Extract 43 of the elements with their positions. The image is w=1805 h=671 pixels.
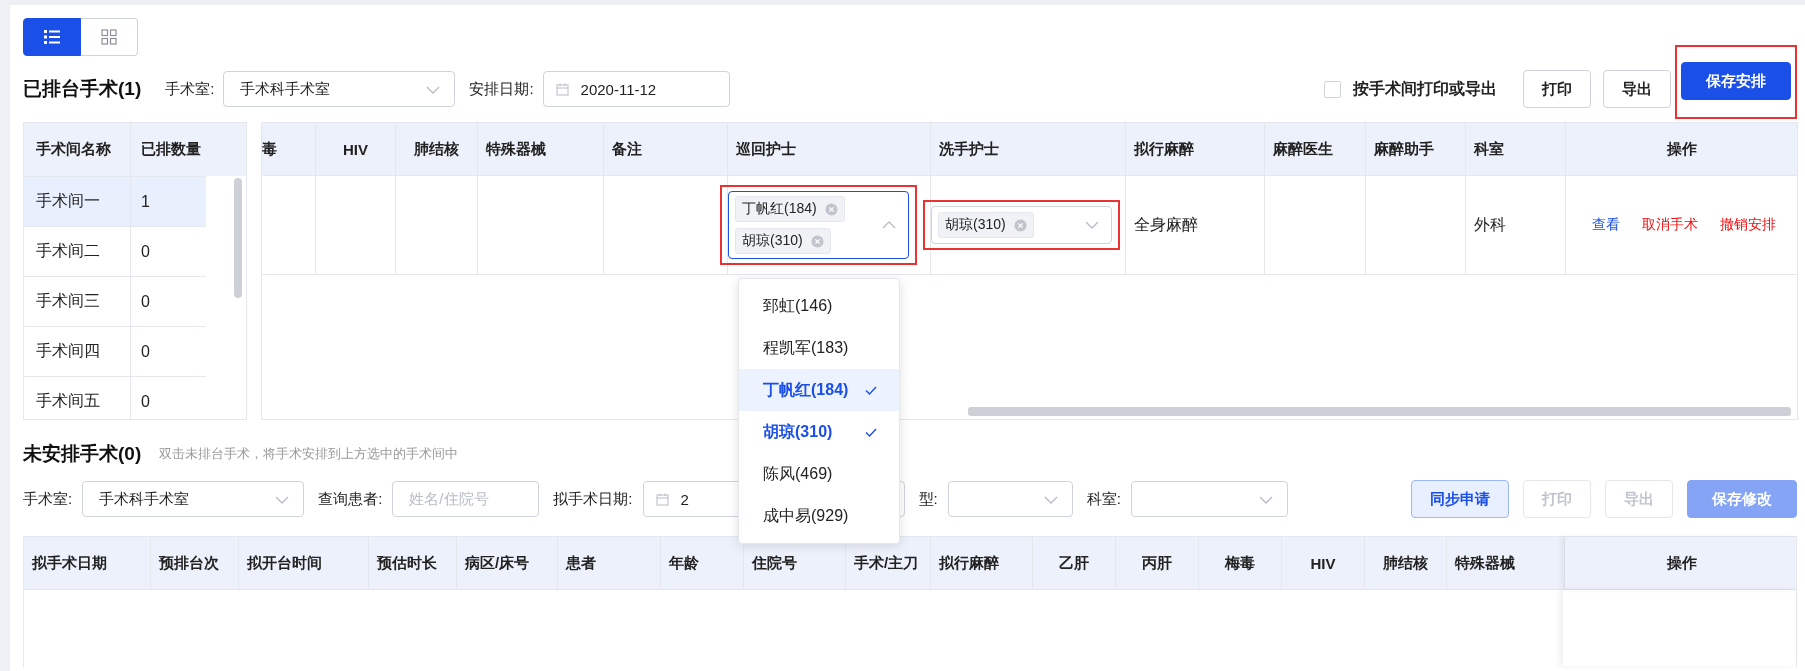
table-cell-text: 全身麻醉: [1133, 214, 1198, 235]
column-header: 拟手术日期: [24, 537, 151, 589]
column-header: 乙肝: [1033, 537, 1116, 589]
column-header: 巡回护士: [728, 123, 931, 175]
column-header: 已排数量: [140, 139, 202, 159]
filter-label: 手术室:: [165, 79, 215, 99]
column-header: 拟开台时间: [239, 537, 369, 589]
table-cell-text: 外科: [1473, 214, 1506, 235]
column-header: 洗手护士: [931, 123, 1126, 175]
column-header: 特殊器械: [478, 123, 604, 175]
filter-label: 拟手术日期:: [553, 489, 633, 509]
column-header: 预排台次: [151, 537, 239, 589]
filter-label: 科室:: [1086, 489, 1121, 509]
column-header: HIV: [316, 123, 396, 175]
column-header: 麻醉医生: [1265, 123, 1366, 175]
column-header: 丙肝: [1116, 537, 1199, 589]
filter-label: 安排日期:: [469, 79, 534, 99]
section-title: 未安排手术(0): [23, 442, 142, 466]
column-header: 特殊器械: [1447, 537, 1565, 589]
nurse-tag: 丁帆红(184): [735, 196, 845, 222]
nurse-tag: 胡琼(310): [735, 228, 831, 254]
filter-label: 查询患者:: [318, 489, 383, 509]
column-header: 麻醉助手: [1366, 123, 1466, 175]
column-header: 预估时长: [369, 537, 457, 589]
column-header: 梅毒: [1199, 537, 1282, 589]
column-header: 年龄: [661, 537, 744, 589]
column-header: 操作: [1565, 537, 1798, 589]
column-header: 病区/床号: [457, 537, 558, 589]
column-header: 肺结核: [396, 123, 478, 175]
column-header: 科室: [1466, 123, 1566, 175]
section-title: 已排台手术(1): [23, 77, 142, 101]
column-header: HIV: [1282, 537, 1365, 589]
filter-label: 型:: [918, 489, 938, 509]
column-header: 拟行麻醉: [931, 537, 1033, 589]
column-header: 备注: [604, 123, 728, 175]
column-header: 操作: [1666, 138, 1698, 159]
nurse-tag: 胡琼(310): [938, 212, 1034, 238]
filter-label: 手术室:: [23, 489, 73, 509]
column-header: 毒: [262, 123, 316, 175]
column-header: 肺结核: [1365, 537, 1447, 589]
hint-text: 双击未排台手术，将手术安排到上方选中的手术间中: [159, 445, 459, 463]
column-header: 患者: [558, 537, 661, 589]
column-header: 拟行麻醉: [1126, 123, 1265, 175]
